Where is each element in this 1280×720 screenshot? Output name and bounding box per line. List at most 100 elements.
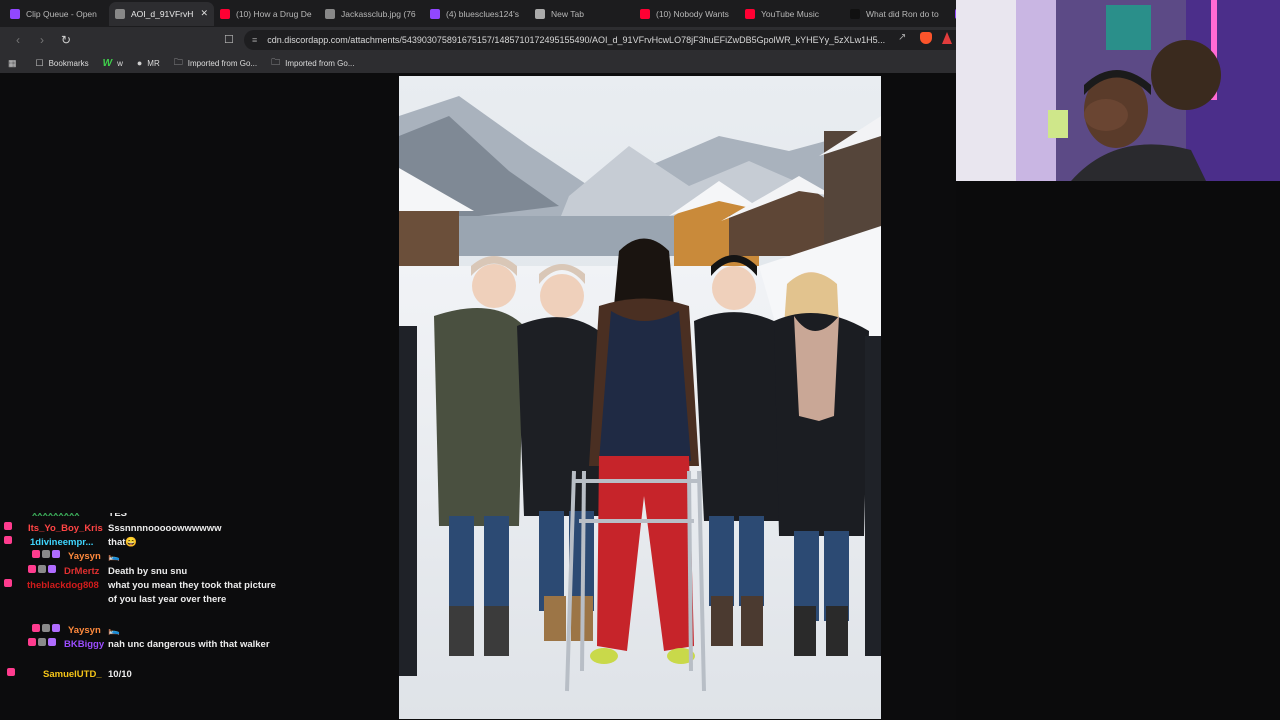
tab-9[interactable] — [949, 2, 956, 26]
badge-icon — [28, 638, 36, 646]
tab-label: (4) bluesclues124's — [446, 8, 519, 19]
badge-icon — [28, 565, 36, 573]
chat-username[interactable]: Yaysyn — [68, 624, 101, 638]
tab-8[interactable]: What did Ron do to — [844, 2, 949, 26]
twitch-icon — [10, 8, 20, 19]
bookmark-icon: ☐ — [35, 57, 44, 68]
viewed-image[interactable] — [399, 76, 881, 719]
stream-chat: xxxxxxxxx YES Its_Yo_Boy_Kris Sssnnnnoooo… — [0, 513, 290, 720]
chat-username[interactable]: 1divineempr... — [30, 536, 93, 550]
youtube-music-icon — [745, 8, 755, 19]
brave-shields-icon[interactable] — [920, 32, 932, 44]
browser-toolbar: ‹ › ↻ ☐ ≡ cdn.discordapp.com/attachments… — [0, 27, 956, 53]
chat-text: 🛌 — [108, 551, 120, 562]
youtube-icon — [640, 8, 650, 19]
folder-icon: 🗀 — [271, 57, 281, 67]
tab-1[interactable]: AOI_d_91VFrvH ✕ — [109, 1, 214, 26]
bookmark-folder-2[interactable]: 🗀 Imported from Go... — [271, 55, 354, 71]
badge-icon — [38, 565, 46, 573]
tab-label: (10) How a Drug De — [236, 8, 312, 19]
chat-badges — [28, 638, 56, 646]
chat-username[interactable]: DrMertz — [64, 565, 99, 579]
chat-text: 🛌 — [108, 625, 120, 636]
chat-username[interactable]: BKBiggy — [64, 638, 104, 652]
chat-message: Yaysyn 🛌 — [0, 550, 290, 564]
chat-message: Its_Yo_Boy_Kris Sssnnnnooooowwwwww — [0, 522, 290, 536]
tiktok-icon — [850, 8, 860, 19]
chat-message: theblackdog808 what you mean they took th… — [0, 579, 290, 621]
tab-2[interactable]: (10) How a Drug De — [214, 2, 319, 26]
chat-badges — [7, 668, 15, 676]
chat-text: Death by snu snu — [108, 566, 188, 577]
tab-0[interactable]: Clip Queue - Open — [4, 2, 109, 26]
chat-badges — [28, 565, 56, 573]
back-button[interactable]: ‹ — [8, 30, 28, 50]
close-tab-icon[interactable]: ✕ — [200, 8, 208, 19]
bookmark-bookmarks[interactable]: ☐ Bookmarks — [36, 58, 89, 69]
bookmark-w[interactable]: Ww — [103, 58, 123, 69]
badge-icon — [48, 565, 56, 573]
tab-label: Clip Queue - Open — [26, 8, 97, 19]
chat-text: that😄 — [108, 537, 138, 548]
chat-text: Sssnnnnooooowwwwww — [108, 523, 222, 534]
w-logo-icon: W — [102, 57, 113, 69]
twitch-icon — [430, 8, 440, 19]
chat-message: 1divineempr... that😄 — [0, 536, 290, 550]
tab-5[interactable]: New Tab — [529, 2, 634, 26]
forward-button[interactable]: › — [32, 30, 52, 50]
bookmark-page-icon[interactable]: ☐ — [224, 33, 234, 46]
apps-grid-icon[interactable]: ▦ — [8, 58, 22, 69]
chat-badges — [4, 522, 12, 530]
badge-icon — [38, 638, 46, 646]
tab-label: (10) Nobody Wants — [656, 8, 729, 19]
badge-icon — [32, 550, 40, 558]
chat-message: Yaysyn 🛌 — [0, 624, 290, 638]
badge-icon — [4, 579, 12, 587]
url-text: cdn.discordapp.com/attachments/543903075… — [267, 35, 886, 45]
chat-text: YES — [108, 513, 128, 519]
bookmark-mr[interactable]: ● MR — [137, 58, 160, 68]
badge-icon — [7, 668, 15, 676]
share-icon[interactable]: ↗ — [898, 32, 906, 43]
brave-shield-icon — [535, 8, 545, 19]
mr-icon: ● — [136, 58, 143, 68]
chat-message: DrMertz Death by snu snu — [0, 565, 290, 579]
chat-message: SamuelUTD_ 10/10 — [0, 668, 290, 682]
bookmarks-bar: ▦ ☐ Bookmarks Ww ● MR 🗀 Imported from Go...… — [0, 53, 956, 73]
reload-button[interactable]: ↻ — [56, 30, 76, 50]
chat-username[interactable]: Its_Yo_Boy_Kris — [28, 522, 103, 536]
chat-username[interactable]: theblackdog808 — [27, 579, 99, 593]
badge-icon — [52, 624, 60, 632]
chat-text: what you mean they took that picture of … — [108, 580, 276, 605]
tab-4[interactable]: (4) bluesclues124's — [424, 2, 529, 26]
bookmark-folder-1[interactable]: 🗀 Imported from Go... — [174, 55, 257, 71]
site-info-icon[interactable]: ≡ — [252, 35, 257, 45]
chat-badges — [4, 536, 12, 544]
tab-label: New Tab — [551, 8, 584, 19]
badge-icon — [4, 536, 12, 544]
tab-label: Jackassclub.jpg (76 — [341, 8, 416, 19]
chat-badges — [4, 579, 12, 587]
tab-7[interactable]: YouTube Music — [739, 2, 844, 26]
folder-icon: 🗀 — [173, 57, 183, 67]
photo-illustration — [399, 76, 881, 719]
tab-6[interactable]: (10) Nobody Wants — [634, 2, 739, 26]
webcam-illustration — [956, 0, 1280, 181]
chat-badges — [32, 624, 60, 632]
chat-username[interactable]: SamuelUTD_ — [43, 668, 102, 682]
chat-message: BKBiggy nah unc dangerous with that walke… — [0, 638, 290, 666]
chat-username[interactable]: Yaysyn — [68, 550, 101, 564]
youtube-icon — [220, 8, 230, 19]
chat-text: nah unc dangerous with that walker — [108, 639, 270, 650]
tab-label: YouTube Music — [761, 8, 819, 19]
streamer-webcam — [956, 0, 1280, 181]
tab-label: AOI_d_91VFrvH — [131, 8, 194, 19]
badge-icon — [52, 550, 60, 558]
badge-icon — [32, 624, 40, 632]
badge-icon — [48, 638, 56, 646]
address-bar[interactable]: ≡ cdn.discordapp.com/attachments/5439030… — [244, 30, 956, 50]
chat-message-partial: xxxxxxxxx YES — [0, 513, 290, 521]
globe-icon — [325, 8, 335, 19]
tab-3[interactable]: Jackassclub.jpg (76 — [319, 2, 424, 26]
badge-icon — [42, 624, 50, 632]
